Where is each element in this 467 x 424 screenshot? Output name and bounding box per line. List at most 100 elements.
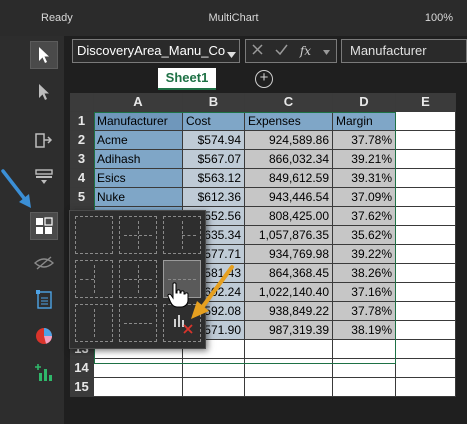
- layout-three-left-tile[interactable]: [75, 260, 113, 298]
- row-header[interactable]: 3: [70, 150, 94, 169]
- bar-chart-add-icon[interactable]: [30, 359, 58, 387]
- cursor-select-icon[interactable]: [30, 41, 58, 69]
- grid-cell[interactable]: [396, 359, 456, 378]
- grid-cell[interactable]: 864,368.45: [245, 264, 333, 283]
- layout-two-rows-tile[interactable]: [119, 304, 157, 342]
- grid-cell[interactable]: 38.26%: [333, 264, 396, 283]
- formula-actions: fx: [245, 39, 337, 63]
- grid-cell[interactable]: 37.09%: [333, 188, 396, 207]
- grid-cell[interactable]: Manufacturer: [94, 112, 183, 131]
- grid-cell[interactable]: [245, 359, 333, 378]
- grid-cell[interactable]: [396, 226, 456, 245]
- grid-cell[interactable]: [396, 112, 456, 131]
- row-header[interactable]: 14: [70, 359, 94, 378]
- pie-chart-icon[interactable]: [30, 322, 58, 350]
- grid-cell[interactable]: $567.07: [183, 150, 245, 169]
- grid-cell[interactable]: [333, 359, 396, 378]
- grid-cell[interactable]: 943,446.54: [245, 188, 333, 207]
- row-header[interactable]: 2: [70, 131, 94, 150]
- grid-cell[interactable]: 987,319.39: [245, 321, 333, 340]
- grid-cell[interactable]: [396, 264, 456, 283]
- grid-cell[interactable]: $574.94: [183, 131, 245, 150]
- grid-cell[interactable]: Margin: [333, 112, 396, 131]
- grid-cell[interactable]: 39.31%: [333, 169, 396, 188]
- grid-cell[interactable]: 39.21%: [333, 150, 396, 169]
- grid-cell[interactable]: [94, 378, 183, 397]
- grid-cell[interactable]: 849,612.59: [245, 169, 333, 188]
- grid-cell[interactable]: Esics: [94, 169, 183, 188]
- row-header[interactable]: 5: [70, 188, 94, 207]
- row-header[interactable]: 4: [70, 169, 94, 188]
- grid-cell[interactable]: [396, 283, 456, 302]
- grid-cell[interactable]: [396, 131, 456, 150]
- grid-cell[interactable]: 1,057,876.35: [245, 226, 333, 245]
- grid-cell[interactable]: 37.78%: [333, 131, 396, 150]
- check-icon[interactable]: [275, 44, 288, 58]
- grid-cell[interactable]: [183, 378, 245, 397]
- grid-cell[interactable]: 924,589.86: [245, 131, 333, 150]
- import-icon[interactable]: [30, 126, 58, 154]
- grid-cell[interactable]: Adihash: [94, 150, 183, 169]
- layout-single-tile[interactable]: [75, 216, 113, 254]
- chevron-down-icon[interactable]: [323, 44, 330, 58]
- column-header-b[interactable]: B: [183, 93, 245, 112]
- fx-button[interactable]: fx: [300, 44, 311, 58]
- eye-hidden-icon[interactable]: [30, 249, 58, 277]
- grid-cell[interactable]: [245, 340, 333, 359]
- select-all-corner[interactable]: [70, 93, 94, 112]
- grid-cell[interactable]: $612.36: [183, 188, 245, 207]
- close-icon[interactable]: [252, 44, 263, 58]
- grid-cell[interactable]: 808,425.00: [245, 207, 333, 226]
- grid-cell[interactable]: Expenses: [245, 112, 333, 131]
- column-header-d[interactable]: D: [333, 93, 396, 112]
- grid-cell[interactable]: 37.62%: [333, 207, 396, 226]
- grid-cell[interactable]: [245, 378, 333, 397]
- cursor-arrow-icon[interactable]: [30, 78, 58, 106]
- grid-cell[interactable]: [396, 245, 456, 264]
- grid-cell[interactable]: [396, 302, 456, 321]
- blue-arrow-annotation: [1, 169, 31, 208]
- layout-left-right-split-tile[interactable]: [163, 216, 201, 254]
- grid-cell[interactable]: [94, 359, 183, 378]
- grid-cell[interactable]: $563.12: [183, 169, 245, 188]
- layout-quad-alt-tile[interactable]: [119, 260, 157, 298]
- row-header[interactable]: 1: [70, 112, 94, 131]
- grid-cell[interactable]: 934,769.98: [245, 245, 333, 264]
- orange-arrow-annotation: [191, 265, 234, 319]
- row-header[interactable]: 15: [70, 378, 94, 397]
- plus-circle-icon[interactable]: +: [255, 70, 273, 88]
- grid-cell[interactable]: 35.62%: [333, 226, 396, 245]
- column-header-a[interactable]: A: [94, 93, 183, 112]
- grid-cell[interactable]: [396, 207, 456, 226]
- tab-sheet1[interactable]: Sheet1: [158, 68, 216, 90]
- grid-cell[interactable]: Cost: [183, 112, 245, 131]
- grid-cell[interactable]: [396, 378, 456, 397]
- grid-cell[interactable]: 37.78%: [333, 302, 396, 321]
- grid-cell[interactable]: [333, 378, 396, 397]
- grid-cell[interactable]: 38.19%: [333, 321, 396, 340]
- grid-cell[interactable]: [396, 169, 456, 188]
- grid-cell[interactable]: 39.22%: [333, 245, 396, 264]
- grid-cell[interactable]: 37.16%: [333, 283, 396, 302]
- zoom-level[interactable]: 100%: [425, 12, 453, 24]
- grid-cell[interactable]: [183, 359, 245, 378]
- layout-two-columns-tile[interactable]: [75, 304, 113, 342]
- grid-cell[interactable]: 1,022,140.40: [245, 283, 333, 302]
- grid-cell[interactable]: [396, 340, 456, 359]
- grid-cell[interactable]: Nuke: [94, 188, 183, 207]
- grid-cell[interactable]: [333, 340, 396, 359]
- chevron-down-icon[interactable]: [227, 47, 236, 61]
- grid-cell[interactable]: 866,032.34: [245, 150, 333, 169]
- report-icon[interactable]: [30, 285, 58, 313]
- grid-cell[interactable]: 938,849.22: [245, 302, 333, 321]
- layout-quad-tile[interactable]: [119, 216, 157, 254]
- formula-input[interactable]: Manufacturer: [341, 39, 467, 63]
- grid-cell[interactable]: [396, 150, 456, 169]
- column-header-e[interactable]: E: [396, 93, 456, 112]
- grid-cell[interactable]: [396, 188, 456, 207]
- layout-grid-icon[interactable]: [30, 212, 58, 240]
- grid-cell[interactable]: Acme: [94, 131, 183, 150]
- column-header-c[interactable]: C: [245, 93, 333, 112]
- grid-cell[interactable]: [396, 321, 456, 340]
- name-box[interactable]: DiscoveryArea_Manu_Co: [72, 39, 240, 63]
